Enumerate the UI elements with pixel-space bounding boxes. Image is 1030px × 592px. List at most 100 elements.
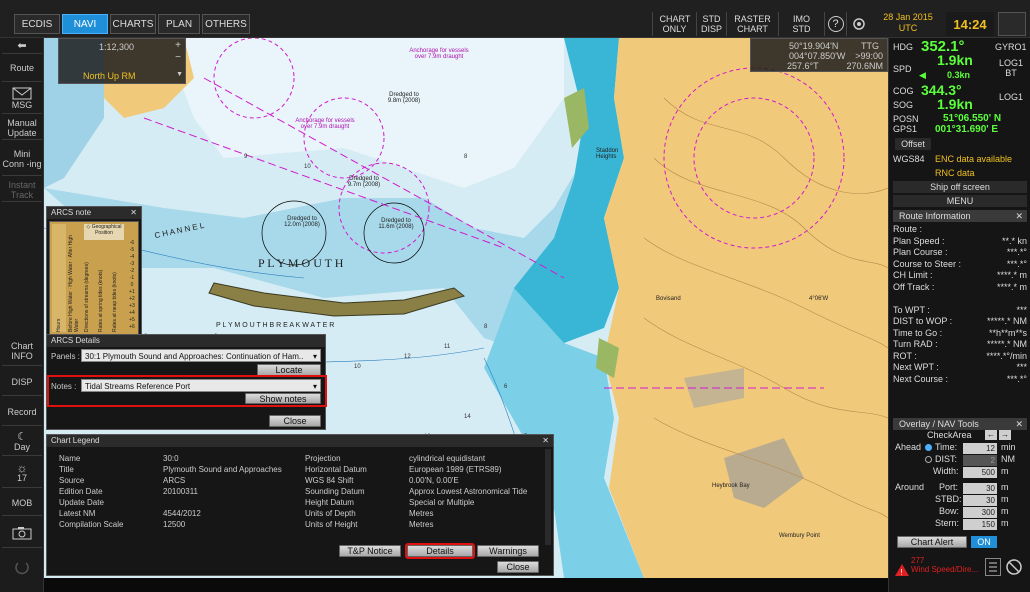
mini-conning-button[interactable]: Mini Conn -ing: [2, 142, 42, 176]
tp-notice-button[interactable]: T&P Notice: [339, 545, 401, 557]
svg-text:12: 12: [404, 354, 411, 360]
tab-ecdis[interactable]: ECDIS: [14, 14, 60, 34]
lon-value: 001°31.690' E: [935, 124, 999, 135]
arcs-spring-label: Rates at spring tides (knots): [98, 269, 104, 332]
alarm-panel[interactable]: ! 277 Wind Speed/Dire...: [893, 556, 985, 590]
arcs-details-close-button[interactable]: Close: [269, 415, 321, 427]
power-icon[interactable]: [2, 550, 42, 584]
warnings-button[interactable]: Warnings: [477, 545, 539, 557]
bow-unit: m: [1001, 506, 1009, 516]
gyro-source[interactable]: GYRO1: [995, 42, 1027, 52]
stern-input[interactable]: 150: [963, 519, 997, 530]
orientation-mode[interactable]: North Up RM: [83, 71, 136, 81]
dist-radio[interactable]: [925, 456, 932, 463]
tab-plan[interactable]: PLAN: [158, 14, 200, 34]
stern-unit: m: [1001, 518, 1009, 528]
width-input[interactable]: 500: [963, 467, 997, 478]
tab-navi[interactable]: NAVI: [62, 14, 108, 34]
time-input[interactable]: 12: [963, 443, 997, 454]
record-button[interactable]: Record: [2, 398, 42, 426]
hdg-label: HDG: [893, 42, 913, 52]
disp-button[interactable]: DISP: [2, 368, 42, 396]
chart-alert-toggle[interactable]: ON: [971, 536, 997, 548]
nautical-chart[interactable]: 876 9810 12118 654 141821 9108 P L Y M O…: [44, 38, 888, 578]
legend-scrollbar[interactable]: [545, 449, 551, 545]
chart-scale: 1:12,300: [99, 42, 135, 52]
legend-right-keys: Projection Horizontal Datum WGS 84 Shift So…: [305, 454, 367, 529]
help-icon[interactable]: ?: [824, 12, 846, 36]
day-night-button[interactable]: ☾ Day: [2, 428, 42, 456]
width-unit: m: [1001, 466, 1009, 476]
arcs-details-title: ARCS Details: [47, 335, 325, 347]
dist-input[interactable]: 2: [963, 455, 997, 466]
show-notes-button[interactable]: Show notes: [245, 393, 321, 404]
close-icon[interactable]: ✕: [1015, 210, 1023, 222]
chart-alert-button[interactable]: Chart Alert: [897, 536, 967, 548]
close-icon[interactable]: ✕: [542, 435, 549, 447]
alarm-code: 277: [911, 556, 925, 565]
bow-input[interactable]: 300: [963, 507, 997, 518]
chart-only-button[interactable]: CHART ONLY: [652, 12, 696, 36]
window-control[interactable]: [998, 12, 1026, 36]
sog-label: SOG: [893, 100, 914, 110]
alarm-list-icon[interactable]: [985, 558, 1001, 576]
zoom-out-icon[interactable]: −: [173, 53, 183, 63]
bottom-strip: [44, 578, 888, 592]
port-unit: m: [1001, 482, 1009, 492]
route-button[interactable]: Route: [2, 54, 42, 82]
stbd-unit: m: [1001, 494, 1009, 504]
arrow-right-icon[interactable]: →: [999, 430, 1011, 440]
label-longitude: 4°06'W: [809, 296, 829, 302]
zoom-in-icon[interactable]: +: [173, 41, 183, 51]
imo-std-button[interactable]: IMO STD: [778, 12, 824, 36]
camera-icon[interactable]: [2, 518, 42, 548]
raster-chart-button[interactable]: RASTER CHART: [726, 12, 778, 36]
instant-track-button[interactable]: Instant Track: [2, 178, 42, 202]
label-dredged-2: Dredged to 11.6m (2008): [378, 218, 414, 230]
cursor-lat: 50°19.904'N: [789, 41, 839, 51]
close-icon[interactable]: ✕: [130, 207, 137, 219]
arrow-left-icon[interactable]: ←: [985, 430, 997, 440]
notes-select[interactable]: Tidal Streams Reference Port ▾: [81, 379, 321, 392]
brightness-button[interactable]: ☼ 17: [2, 458, 42, 488]
label-dredged-3: Dredged to 9.8m (2008): [387, 92, 421, 104]
orientation-dropdown-icon[interactable]: ▼: [176, 71, 183, 78]
overlay-nav-tools-header[interactable]: Overlay / NAV Tools ✕: [893, 418, 1027, 430]
cursor-info: 50°19.904'N 004°07.850'W 257.6°T TTG >99…: [750, 38, 888, 72]
log1-source[interactable]: LOG1: [999, 92, 1023, 102]
details-button[interactable]: Details: [405, 543, 475, 559]
offset-button[interactable]: Offset: [895, 138, 931, 150]
legend-left-keys: Name Title Source Edition Date Update Date La…: [59, 454, 124, 529]
mute-icon[interactable]: [1005, 558, 1023, 576]
tab-charts[interactable]: CHARTS: [110, 14, 156, 34]
manual-update-button[interactable]: Manual Update: [2, 116, 42, 140]
cross-speed-arrow-icon: ◀: [919, 70, 926, 80]
notes-label: Notes :: [51, 382, 77, 391]
mob-button[interactable]: MOB: [2, 490, 42, 516]
svg-text:!: !: [901, 568, 903, 576]
label-bovisand: Bovisand: [656, 296, 681, 302]
msg-button[interactable]: MSG: [2, 84, 42, 114]
spd-cross-value: 0.3kn: [947, 70, 971, 80]
route-information-header[interactable]: Route Information ✕: [893, 210, 1027, 222]
ttg-value: >99:00: [855, 51, 883, 61]
right-panel: HDG 352.1° GYRO1 SPD 1.9kn ◀ 0.3kn LOG1 …: [888, 38, 1030, 592]
back-arrow-icon[interactable]: ⬅: [2, 38, 42, 54]
locate-button[interactable]: Locate: [257, 364, 321, 376]
legend-close-button[interactable]: Close: [497, 561, 539, 573]
port-input[interactable]: 30: [963, 483, 997, 494]
panels-select[interactable]: 30:1 Plymouth Sound and Approaches: Cont…: [81, 349, 321, 362]
stbd-input[interactable]: 30: [963, 495, 997, 506]
time-radio[interactable]: [925, 444, 932, 451]
chart-info-button[interactable]: Chart INFO: [2, 336, 42, 366]
std-disp-button[interactable]: STD DISP: [696, 12, 726, 36]
menu-button[interactable]: MENU: [893, 195, 1027, 207]
settings-icon[interactable]: [846, 12, 870, 36]
log1bt-source[interactable]: LOG1 BT: [997, 58, 1025, 78]
tab-others[interactable]: OTHERS: [202, 14, 250, 34]
left-toolbar: ⬅ Route MSG Manual Update Mini Conn -ing…: [0, 38, 44, 592]
label-dredged-4: Dredged to 9.7m (2008): [347, 176, 381, 188]
dist-unit: NM: [1001, 454, 1015, 464]
envelope-icon: [12, 87, 32, 100]
close-icon[interactable]: ✕: [1015, 418, 1023, 430]
